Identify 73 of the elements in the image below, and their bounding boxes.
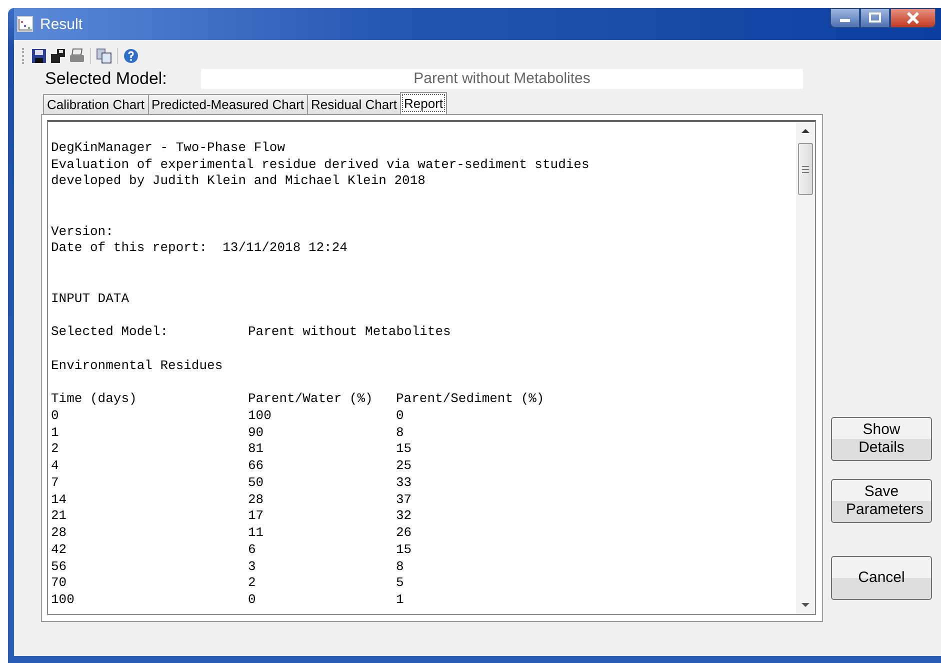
- scroll-down-icon[interactable]: [801, 602, 810, 608]
- tab[interactable]: Residual Chart: [307, 94, 402, 114]
- report-cell-text: 28: [248, 492, 265, 508]
- close-button[interactable]: [890, 8, 936, 28]
- report-cell: 5: [396, 575, 404, 592]
- report-cell: 32: [396, 508, 412, 525]
- report-cell-text: 90: [248, 424, 265, 442]
- report-cell-text: 21: [51, 508, 68, 525]
- report-cell-text: 14: [51, 492, 68, 508]
- minimize-button[interactable]: [830, 8, 860, 28]
- save-all-icon[interactable]: [50, 48, 66, 64]
- copy-icon[interactable]: [96, 48, 112, 64]
- report-cell: 1: [396, 592, 404, 609]
- report-cell-text: 66: [248, 458, 265, 475]
- report-cell-text: 100: [248, 408, 272, 424]
- selected-model-field: Parent without Metabolites: [201, 69, 803, 89]
- report-cell-text: 1: [51, 424, 60, 442]
- dialog-button[interactable]: Show Details: [831, 417, 932, 461]
- report-cell: 8: [396, 558, 404, 576]
- report-cell-text: 0: [51, 408, 60, 424]
- report-cell-text: 17: [248, 508, 265, 525]
- window-title: Result: [40, 16, 83, 32]
- report-cell: 15: [396, 542, 412, 558]
- report-cell-text: 81: [248, 441, 265, 458]
- report-cell-text: 2: [248, 575, 257, 592]
- tab[interactable]: Calibration Chart: [43, 94, 149, 114]
- report-cell-text: 2: [51, 441, 60, 458]
- report-cell-text: 42: [51, 542, 68, 558]
- report-cell: 15: [396, 441, 412, 458]
- report-line: Date of this report: 13/11/2018 12:24: [51, 240, 348, 256]
- report-cell-text: 11: [248, 525, 265, 542]
- report-cell-text: 4: [51, 458, 60, 475]
- scroll-up-icon[interactable]: [801, 128, 810, 134]
- save-icon[interactable]: [31, 48, 47, 64]
- report-cell-text: Selected Model:: [51, 324, 170, 341]
- report-cell-text: 70: [51, 575, 68, 592]
- dialog-button[interactable]: Cancel: [831, 556, 932, 600]
- report-cell-text: Time (days): [51, 391, 138, 408]
- report-cell: 0: [396, 408, 404, 424]
- tab[interactable]: Report: [400, 92, 448, 114]
- report-cell-text: 0: [248, 592, 257, 609]
- dialog-button[interactable]: Save Parameters: [831, 479, 932, 523]
- report-cell-text: 3: [248, 558, 257, 576]
- scrollbar-thumb[interactable]: [798, 143, 813, 195]
- report-cell-text: 56: [51, 558, 68, 576]
- report-cell-text: 50: [248, 474, 265, 492]
- selected-model-label: Selected Model:: [45, 69, 168, 89]
- report-cell: Parent/Sediment (%): [396, 391, 544, 408]
- report-cell: 37: [396, 492, 412, 508]
- close-icon: [905, 12, 921, 24]
- report-line: INPUT DATA: [51, 290, 130, 306]
- report-line: DegKinManager - Two-Phase Flow: [51, 140, 286, 155]
- report-cell: Parent without Metabolites: [248, 324, 451, 341]
- report-cell: 26: [396, 525, 412, 542]
- printer-icon[interactable]: [69, 48, 85, 64]
- tab[interactable]: Predicted-Measured Chart: [148, 94, 308, 114]
- report-cell: 33: [396, 474, 412, 492]
- report-cell: 25: [396, 458, 412, 475]
- report-cell-text: 7: [51, 474, 60, 492]
- report-line: developed by Judith Klein and Michael Klein 2018: [51, 173, 426, 188]
- chart-icon: [17, 16, 33, 32]
- help-icon[interactable]: [123, 48, 139, 64]
- report-cell-text: Parent/Water (%): [248, 391, 374, 408]
- report-line: Environmental Residues: [51, 358, 223, 372]
- report-line: Version:: [51, 224, 114, 238]
- report-cell-text: 28: [51, 525, 68, 542]
- report-cell-text: 6: [248, 542, 257, 558]
- vertical-scrollbar[interactable]: [796, 122, 815, 614]
- maximize-icon: [868, 12, 882, 24]
- maximize-button[interactable]: [860, 8, 890, 28]
- report-cell-text: 100: [51, 592, 76, 609]
- report-line: Evaluation of experimental residue derived via water-sediment studies: [51, 156, 590, 172]
- report-cell: 8: [396, 424, 404, 442]
